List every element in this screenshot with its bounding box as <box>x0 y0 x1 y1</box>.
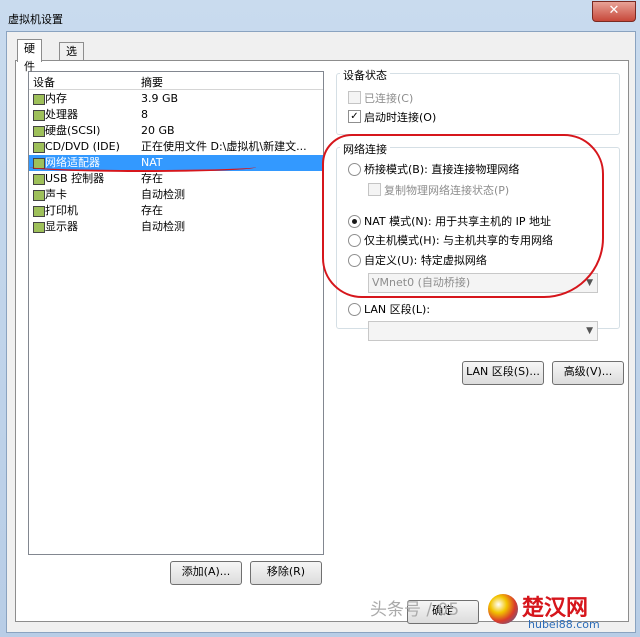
device-name: 内存 <box>45 92 67 105</box>
device-summary: 3.9 GB <box>141 92 179 105</box>
cpu-icon <box>33 110 45 121</box>
device-name: USB 控制器 <box>45 172 105 185</box>
chevron-down-icon: ▼ <box>586 326 593 336</box>
lan-segments-button[interactable]: LAN 区段(S)... <box>462 361 544 385</box>
advanced-button[interactable]: 高级(V)... <box>552 361 624 385</box>
dialog-client: 硬件 选项 设备 摘要 内存 3.9 GB 处理器 8 硬盘(SCSI) 20 GB CD/… <box>6 31 636 633</box>
device-row[interactable]: 内存 3.9 GB <box>29 91 323 107</box>
column-header-summary[interactable]: 摘要 <box>141 74 163 90</box>
annotation-underline <box>30 162 256 172</box>
site-logo: 楚汉网 hubei88.com <box>484 590 634 634</box>
device-summary: 存在 <box>141 204 163 217</box>
device-row[interactable]: 硬盘(SCSI) 20 GB <box>29 123 323 139</box>
device-row[interactable]: 显示器 自动检测 <box>29 219 323 235</box>
lan-segment-label: LAN 区段(L): <box>364 303 431 316</box>
title-bar: 虚拟机设置 ✕ <box>0 0 640 30</box>
tab-hardware[interactable]: 硬件 <box>17 39 42 73</box>
device-name: 显示器 <box>45 220 78 233</box>
add-button[interactable]: 添加(A)... <box>170 561 242 585</box>
connected-checkbox[interactable] <box>348 91 361 104</box>
hard-disk-icon <box>33 126 45 137</box>
usb-icon <box>33 174 45 185</box>
column-header-device[interactable]: 设备 <box>33 74 55 90</box>
device-list[interactable]: 设备 摘要 内存 3.9 GB 处理器 8 硬盘(SCSI) 20 GB CD/DVD (I… <box>28 71 324 555</box>
logo-url: hubei88.com <box>528 618 600 631</box>
printer-icon <box>33 206 45 217</box>
device-row[interactable]: 处理器 8 <box>29 107 323 123</box>
sound-card-icon <box>33 190 45 201</box>
lan-segment-select[interactable]: ▼ <box>368 321 598 341</box>
remove-button[interactable]: 移除(R) <box>250 561 322 585</box>
device-name: 处理器 <box>45 108 78 121</box>
device-status-label: 设备状态 <box>340 67 390 83</box>
connected-label: 已连接(C) <box>364 92 414 105</box>
device-summary: 存在 <box>141 172 163 185</box>
device-row[interactable]: CD/DVD (IDE) 正在使用文件 D:\虚拟机\新建文... <box>29 139 323 155</box>
device-summary: 8 <box>141 108 148 121</box>
window: 虚拟机设置 ✕ 硬件 选项 设备 摘要 内存 3.9 GB 处理器 8 硬盘(SCSI)… <box>0 0 640 637</box>
device-name: 打印机 <box>45 204 78 217</box>
device-row[interactable]: 打印机 存在 <box>29 203 323 219</box>
device-name: CD/DVD (IDE) <box>45 140 120 153</box>
cd-dvd-icon <box>33 142 45 153</box>
device-list-header: 设备 摘要 <box>29 72 323 90</box>
device-name: 声卡 <box>45 188 67 201</box>
watermark: 头条号 / 05 <box>370 600 460 620</box>
annotation-circle <box>322 134 604 298</box>
device-row[interactable]: 声卡 自动检测 <box>29 187 323 203</box>
device-summary: 正在使用文件 D:\虚拟机\新建文... <box>141 140 307 153</box>
close-button[interactable]: ✕ <box>592 1 636 22</box>
lan-segment-radio[interactable] <box>348 303 361 316</box>
connect-on-power-on-label: 启动时连接(O) <box>364 111 437 124</box>
device-summary: 自动检测 <box>141 188 185 201</box>
device-name: 硬盘(SCSI) <box>45 124 101 137</box>
logo-ball-icon <box>488 594 518 624</box>
device-summary: 自动检测 <box>141 220 185 233</box>
tab-options[interactable]: 选项 <box>59 42 84 76</box>
device-row[interactable]: USB 控制器 存在 <box>29 171 323 187</box>
connect-on-power-on-checkbox[interactable]: ✓ <box>348 110 361 123</box>
memory-icon <box>33 94 45 105</box>
window-title: 虚拟机设置 <box>8 13 63 26</box>
device-summary: 20 GB <box>141 124 175 137</box>
display-icon <box>33 222 45 233</box>
